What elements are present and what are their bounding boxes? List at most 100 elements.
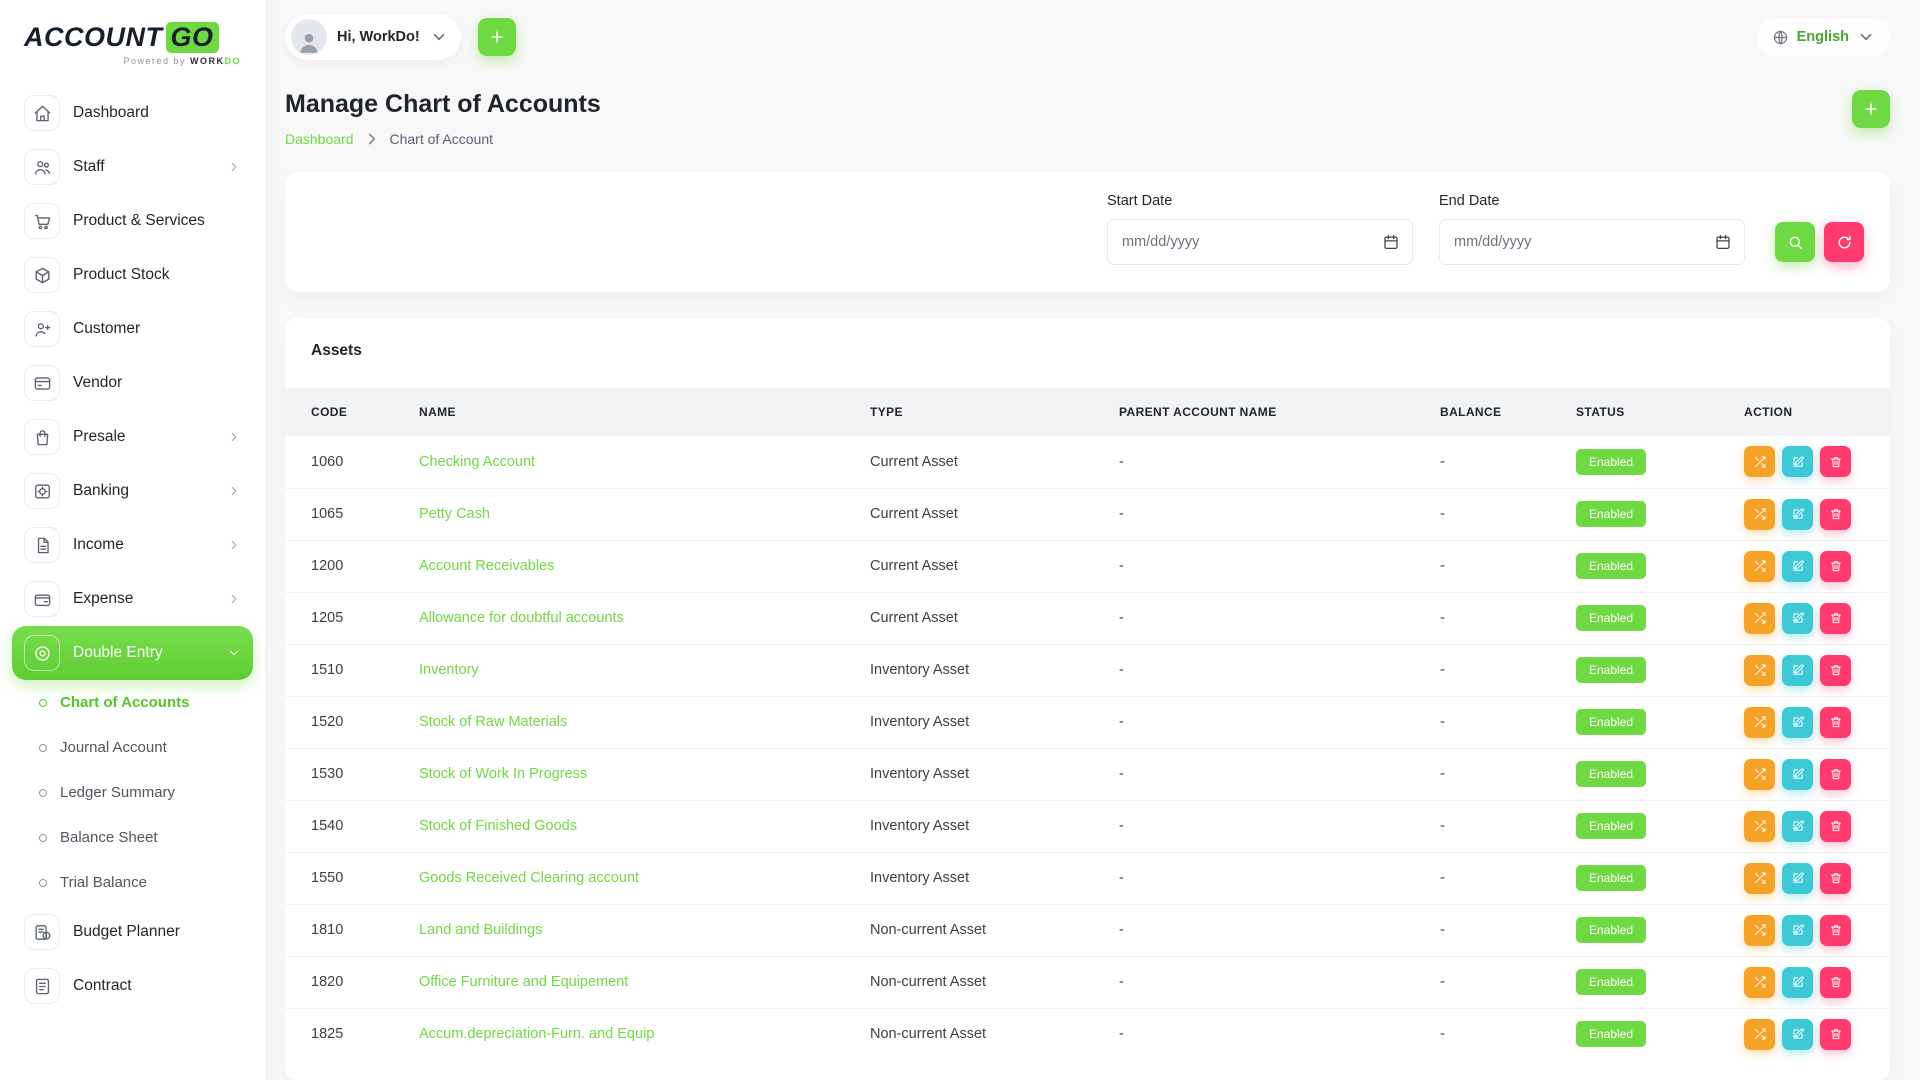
sidebar-item-expense[interactable]: Expense [12, 572, 253, 626]
edit-icon [1791, 611, 1805, 625]
account-name-link[interactable]: Office Furniture and Equipement [419, 974, 628, 990]
edit-button[interactable] [1782, 551, 1813, 582]
edit-button[interactable] [1782, 915, 1813, 946]
quick-add-button[interactable] [478, 18, 516, 56]
sidebar-subitem-chart-of-accounts[interactable]: Chart of Accounts [12, 680, 253, 725]
sidebar-item-budget-planner[interactable]: Budget Planner [12, 905, 253, 959]
sidebar-item-dashboard[interactable]: Dashboard [12, 86, 253, 140]
icon-box [24, 527, 60, 563]
sidebar-item-contract[interactable]: Contract [12, 959, 253, 1013]
subaccount-button[interactable] [1744, 707, 1775, 738]
cart-icon [33, 212, 52, 231]
calendar-icon[interactable] [1714, 233, 1732, 251]
subaccount-button[interactable] [1744, 655, 1775, 686]
edit-button[interactable] [1782, 499, 1813, 530]
parent-account-cell: - [1119, 904, 1440, 956]
delete-button[interactable] [1820, 499, 1851, 530]
subaccount-button[interactable] [1744, 499, 1775, 530]
edit-button[interactable] [1782, 863, 1813, 894]
delete-button[interactable] [1820, 863, 1851, 894]
sidebar-item-product-services[interactable]: Product & Services [12, 194, 253, 248]
parent-account-cell: - [1119, 748, 1440, 800]
parent-account-cell: - [1119, 436, 1440, 488]
edit-button[interactable] [1782, 759, 1813, 790]
start-date-input[interactable] [1107, 219, 1413, 265]
account-name-link[interactable]: Goods Received Clearing account [419, 870, 639, 886]
delete-button[interactable] [1820, 759, 1851, 790]
sidebar-item-vendor[interactable]: Vendor [12, 356, 253, 410]
subaccount-button[interactable] [1744, 967, 1775, 998]
code-cell: 1810 [285, 904, 419, 956]
account-name-link[interactable]: Allowance for doubtful accounts [419, 610, 624, 626]
edit-button[interactable] [1782, 603, 1813, 634]
edit-icon [1791, 559, 1805, 573]
sidebar-item-product-stock[interactable]: Product Stock [12, 248, 253, 302]
account-name-link[interactable]: Accum.depreciation-Furn. and Equip [419, 1026, 654, 1042]
delete-button[interactable] [1820, 1019, 1851, 1050]
subaccount-button[interactable] [1744, 759, 1775, 790]
account-name-link[interactable]: Land and Buildings [419, 922, 542, 938]
delete-button[interactable] [1820, 603, 1851, 634]
subaccount-button[interactable] [1744, 603, 1775, 634]
sidebar-item-banking[interactable]: Banking [12, 464, 253, 518]
sidebar-item-presale[interactable]: Presale [12, 410, 253, 464]
delete-button[interactable] [1820, 967, 1851, 998]
edit-button[interactable] [1782, 446, 1813, 477]
sidebar-item-staff[interactable]: Staff [12, 140, 253, 194]
sidebar-item-income[interactable]: Income [12, 518, 253, 572]
subaccount-button[interactable] [1744, 551, 1775, 582]
delete-button[interactable] [1820, 707, 1851, 738]
sidebar-item-customer[interactable]: Customer [12, 302, 253, 356]
delete-button[interactable] [1820, 446, 1851, 477]
balance-cell: - [1440, 540, 1576, 592]
balance-cell: - [1440, 644, 1576, 696]
table-header-row: CODENAMETYPEPARENT ACCOUNT NAMEBALANCEST… [285, 388, 1890, 436]
account-name-link[interactable]: Inventory [419, 662, 479, 678]
account-name-link[interactable]: Stock of Finished Goods [419, 818, 577, 834]
code-cell: 1065 [285, 488, 419, 540]
account-name-link[interactable]: Stock of Raw Materials [419, 714, 567, 730]
account-name-link[interactable]: Stock of Work In Progress [419, 766, 587, 782]
delete-button[interactable] [1820, 915, 1851, 946]
delete-button[interactable] [1820, 811, 1851, 842]
delete-button[interactable] [1820, 655, 1851, 686]
reset-button[interactable] [1824, 222, 1864, 262]
add-account-button[interactable] [1852, 90, 1890, 128]
language-selector[interactable]: English [1757, 18, 1890, 56]
edit-button[interactable] [1782, 655, 1813, 686]
sidebar-item-double-entry[interactable]: Double Entry [12, 626, 253, 680]
breadcrumb-dashboard-link[interactable]: Dashboard [285, 131, 354, 147]
shuffle-icon [1753, 819, 1767, 833]
sidebar-subitem-ledger-summary[interactable]: Ledger Summary [12, 770, 253, 815]
shuffle-icon [1753, 923, 1767, 937]
user-menu[interactable]: Hi, WorkDo! [285, 14, 461, 60]
subaccount-button[interactable] [1744, 446, 1775, 477]
calendar-icon[interactable] [1382, 233, 1400, 251]
edit-button[interactable] [1782, 811, 1813, 842]
chevron-right-icon [363, 130, 381, 148]
sidebar-subitem-journal-account[interactable]: Journal Account [12, 725, 253, 770]
sidebar-subitem-trial-balance[interactable]: Trial Balance [12, 860, 253, 905]
action-buttons [1744, 551, 1882, 582]
account-name-link[interactable]: Checking Account [419, 454, 535, 470]
edit-button[interactable] [1782, 707, 1813, 738]
shuffle-icon [1753, 663, 1767, 677]
delete-button[interactable] [1820, 551, 1851, 582]
subaccount-button[interactable] [1744, 863, 1775, 894]
account-name-link[interactable]: Petty Cash [419, 506, 490, 522]
subaccount-button[interactable] [1744, 811, 1775, 842]
subaccount-button[interactable] [1744, 915, 1775, 946]
sidebar-subitem-balance-sheet[interactable]: Balance Sheet [12, 815, 253, 860]
column-header-balance: BALANCE [1440, 388, 1576, 436]
subaccount-button[interactable] [1744, 1019, 1775, 1050]
action-cell [1744, 436, 1890, 488]
end-date-input[interactable] [1439, 219, 1745, 265]
edit-button[interactable] [1782, 1019, 1813, 1050]
app-logo: ACCOUNTGO Powered by WORKDO [12, 16, 253, 86]
name-cell: Stock of Work In Progress [419, 748, 870, 800]
account-name-link[interactable]: Account Receivables [419, 558, 554, 574]
trash-icon [1829, 975, 1843, 989]
sidebar-subitem-label: Journal Account [60, 739, 167, 756]
edit-button[interactable] [1782, 967, 1813, 998]
search-button[interactable] [1775, 222, 1815, 262]
